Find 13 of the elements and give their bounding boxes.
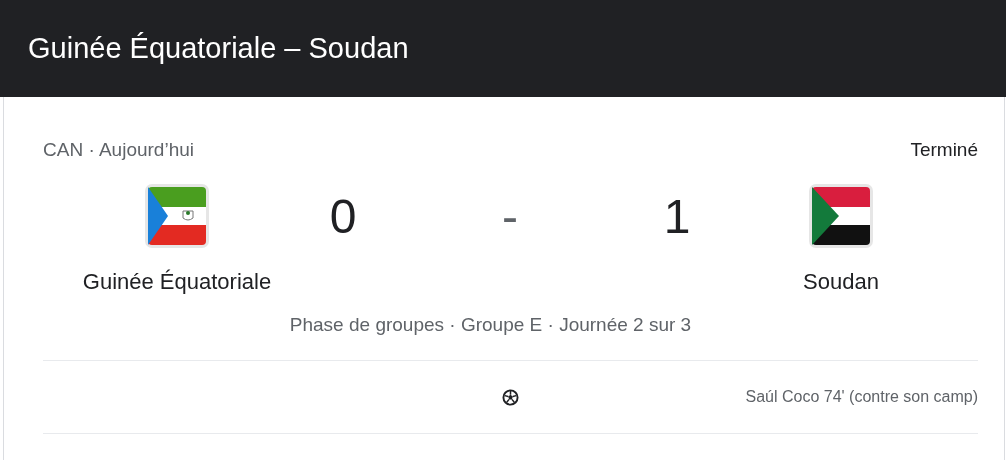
flag-icon	[145, 184, 209, 248]
goal-scorer: Saúl Coco 74' (contre son camp)	[744, 388, 978, 406]
score: 0	[328, 188, 358, 244]
team-name: Guinée Équatoriale	[81, 269, 273, 295]
flag-icon	[809, 184, 873, 248]
match-status: Terminé	[910, 138, 978, 162]
soccer-ball-icon	[501, 388, 519, 406]
score: 1	[662, 188, 692, 244]
score-separator: -	[501, 188, 519, 244]
stage-label: Phase de groupes · Groupe E · Journée 2 sur 3	[288, 314, 693, 336]
window-title: Guinée Équatoriale – Soudan	[28, 32, 409, 65]
competition-label: CAN · Aujourd’hui	[43, 138, 195, 162]
team-name: Soudan	[802, 269, 880, 295]
